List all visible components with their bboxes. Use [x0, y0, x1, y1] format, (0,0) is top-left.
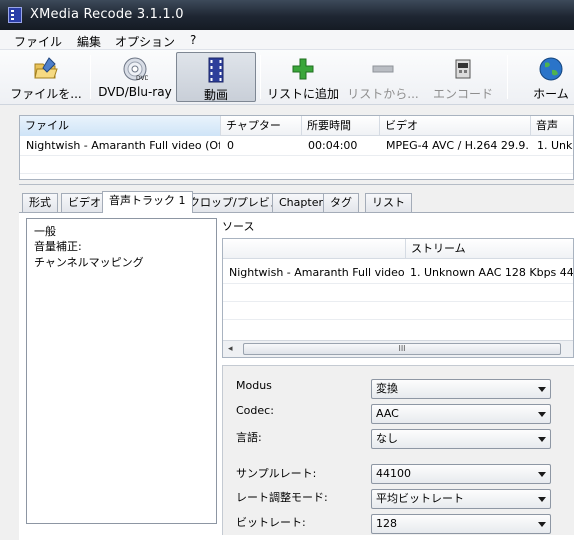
splitter[interactable] — [19, 184, 574, 185]
menu-bar: ファイル 編集 オプション ? — [0, 30, 574, 50]
language-value: なし — [376, 432, 398, 445]
chevron-down-icon — [538, 387, 546, 392]
open-file-button[interactable]: ファイルを... — [6, 52, 86, 102]
remove-from-list-label: リストから... — [347, 87, 419, 101]
language-label: 言語: — [236, 431, 262, 444]
cell-source-file: Nightwish - Amaranth Full video (... — [229, 266, 405, 279]
film-strip-icon — [208, 57, 224, 83]
rate-mode-select[interactable]: 平均ビットレート — [371, 489, 551, 509]
tree-item-volume[interactable]: 音量補正: — [34, 238, 82, 254]
modus-value: 変換 — [376, 382, 398, 395]
scroll-grip: III — [398, 344, 406, 353]
dvd-bluray-label: DVD/Blu-ray — [98, 85, 172, 99]
home-label: ホーム — [533, 87, 569, 101]
tab-format[interactable]: 形式 — [22, 193, 58, 212]
grid-line — [20, 155, 573, 156]
codec-label: Codec: — [236, 404, 274, 417]
open-file-label: ファイルを... — [10, 87, 82, 101]
modus-select[interactable]: 変換 — [371, 379, 551, 399]
cell-audio: 1. Unkn — [537, 139, 573, 152]
chevron-down-icon — [538, 472, 546, 477]
tab-audio-track-1[interactable]: 音声トラック 1 — [102, 191, 193, 213]
column-header-video[interactable]: ビデオ — [380, 116, 531, 136]
open-folder-icon — [34, 57, 58, 79]
file-list-header: ファイル チャプター 所要時間 ビデオ 音声 — [20, 116, 573, 136]
grid-line — [223, 319, 573, 320]
encode-icon — [455, 59, 471, 79]
codec-value: AAC — [376, 407, 399, 420]
column-header-audio[interactable]: 音声 — [531, 116, 573, 136]
encode-label: エンコード — [432, 87, 493, 101]
tree-item-channel-mapping[interactable]: チャンネルマッピング — [34, 254, 144, 270]
bitrate-select[interactable]: 128 — [371, 514, 551, 534]
sample-rate-select[interactable]: 44100 — [371, 464, 551, 484]
cell-chapter: 0 — [227, 139, 234, 152]
cell-file: Nightwish - Amaranth Full video (Offi... — [26, 139, 220, 152]
source-label: ソース — [222, 220, 255, 233]
grid-line — [20, 173, 573, 174]
file-list-table[interactable]: ファイル チャプター 所要時間 ビデオ 音声 Nightwish - Amara… — [19, 115, 574, 180]
codec-select[interactable]: AAC — [371, 404, 551, 424]
toolbar-separator — [260, 55, 261, 99]
cell-video: MPEG-4 AVC / H.264 29.9... — [386, 139, 530, 152]
language-select[interactable]: なし — [371, 429, 551, 449]
source-header: ストリーム — [223, 239, 573, 259]
plus-icon — [292, 58, 314, 80]
dvd-bluray-button[interactable]: DVD DVD/Blu-ray — [96, 52, 174, 102]
rate-mode-label: レート調整モード: — [236, 491, 328, 504]
tab-list[interactable]: リスト — [365, 193, 412, 212]
remove-from-list-button[interactable]: リストから... — [344, 52, 422, 102]
bitrate-label: ビットレート: — [236, 516, 306, 529]
cell-duration: 00:04:00 — [308, 139, 358, 152]
tab-bar: 形式 ビデオ 音声トラック 1 クロップ/プレビュー Chapter タグ リス… — [19, 191, 574, 213]
tab-tags[interactable]: タグ — [323, 193, 359, 212]
title-bar: XMedia Recode 3.1.1.0 — [0, 0, 574, 30]
scroll-left-icon[interactable]: ◂ — [228, 344, 233, 354]
cell-stream: 1. Unknown AAC 128 Kbps 44100 — [410, 266, 574, 279]
window-title: XMedia Recode 3.1.1.0 — [30, 7, 184, 22]
sample-rate-label: サンプルレート: — [236, 467, 317, 480]
minus-icon — [372, 65, 394, 73]
film-icon — [8, 7, 22, 23]
tab-chapter[interactable]: Chapter — [272, 193, 330, 212]
menu-options[interactable]: オプション — [115, 33, 175, 50]
column-header-stream[interactable]: ストリーム — [406, 239, 573, 259]
source-stream-table[interactable]: ストリーム Nightwish - Amaranth Full video (.… — [222, 238, 574, 358]
toolbar-separator — [90, 55, 91, 99]
chevron-down-icon — [538, 522, 546, 527]
horizontal-scrollbar[interactable]: ◂ III — [223, 340, 573, 357]
globe-icon — [539, 57, 563, 81]
settings-tree[interactable]: 一般 音量補正: チャンネルマッピング — [26, 218, 217, 524]
video-label: 動画 — [203, 88, 228, 102]
column-header-duration[interactable]: 所要時間 — [302, 116, 380, 136]
add-to-list-label: リストに追加 — [266, 87, 339, 101]
rate-mode-value: 平均ビットレート — [376, 492, 464, 505]
toolbar-separator — [507, 55, 508, 99]
scroll-thumb[interactable]: III — [243, 343, 561, 355]
chevron-down-icon — [538, 437, 546, 442]
modus-label: Modus — [236, 379, 272, 392]
menu-file[interactable]: ファイル — [14, 33, 62, 50]
menu-edit[interactable]: 編集 — [77, 33, 101, 50]
grid-line — [223, 283, 573, 284]
add-to-list-button[interactable]: リストに追加 — [265, 52, 341, 102]
grid-line — [223, 301, 573, 302]
tree-item-general[interactable]: 一般 — [34, 223, 56, 239]
toolbar: ファイルを... DVD DVD/Blu-ray 動画 リストに追加 リストから… — [0, 50, 574, 105]
chevron-down-icon — [538, 412, 546, 417]
tab-video[interactable]: ビデオ — [61, 193, 108, 212]
svg-text:DVD: DVD — [136, 75, 148, 82]
menu-help[interactable]: ? — [190, 33, 196, 47]
video-button[interactable]: 動画 — [176, 52, 256, 102]
bitrate-value: 128 — [376, 517, 397, 530]
column-header-file[interactable]: ファイル — [20, 116, 221, 136]
sample-rate-value: 44100 — [376, 467, 411, 480]
disc-icon: DVD — [123, 57, 148, 82]
home-button[interactable]: ホーム — [520, 52, 574, 102]
column-header-source-file[interactable] — [223, 239, 406, 259]
encode-button[interactable]: エンコード — [425, 52, 501, 102]
chevron-down-icon — [538, 497, 546, 502]
column-header-chapter[interactable]: チャプター — [221, 116, 302, 136]
